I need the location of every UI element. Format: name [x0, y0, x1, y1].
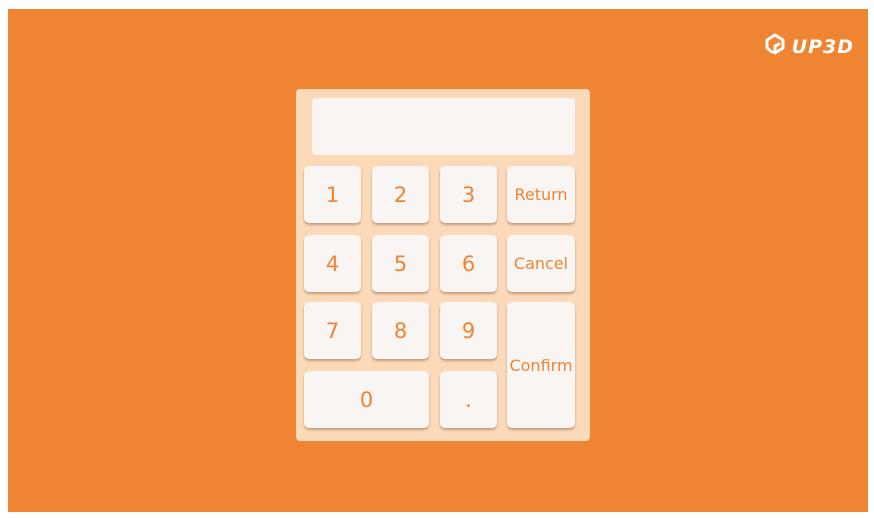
key-8[interactable]: 8 [372, 302, 429, 359]
key-2[interactable]: 2 [372, 166, 429, 223]
key-0[interactable]: 0 [304, 371, 429, 428]
cancel-button[interactable]: Cancel [507, 235, 575, 292]
keypad-display [312, 98, 575, 155]
key-3[interactable]: 3 [440, 166, 497, 223]
return-button[interactable]: Return [507, 166, 575, 223]
key-7[interactable]: 7 [304, 302, 361, 359]
key-decimal-point[interactable]: . [440, 371, 497, 428]
key-5[interactable]: 5 [372, 235, 429, 292]
brand-logo: UP3D [764, 33, 854, 60]
key-9[interactable]: 9 [440, 302, 497, 359]
brand-name: UP3D [791, 35, 854, 58]
confirm-button[interactable]: Confirm [507, 302, 575, 428]
key-4[interactable]: 4 [304, 235, 361, 292]
key-6[interactable]: 6 [440, 235, 497, 292]
numeric-keypad: 1 2 3 Return 4 5 6 Cancel 7 8 9 Confirm … [296, 89, 590, 441]
app-screen: UP3D 1 2 3 Return 4 5 6 Cancel 7 8 9 Con… [8, 9, 868, 512]
key-1[interactable]: 1 [304, 166, 361, 223]
up3d-logo-icon [764, 33, 786, 60]
